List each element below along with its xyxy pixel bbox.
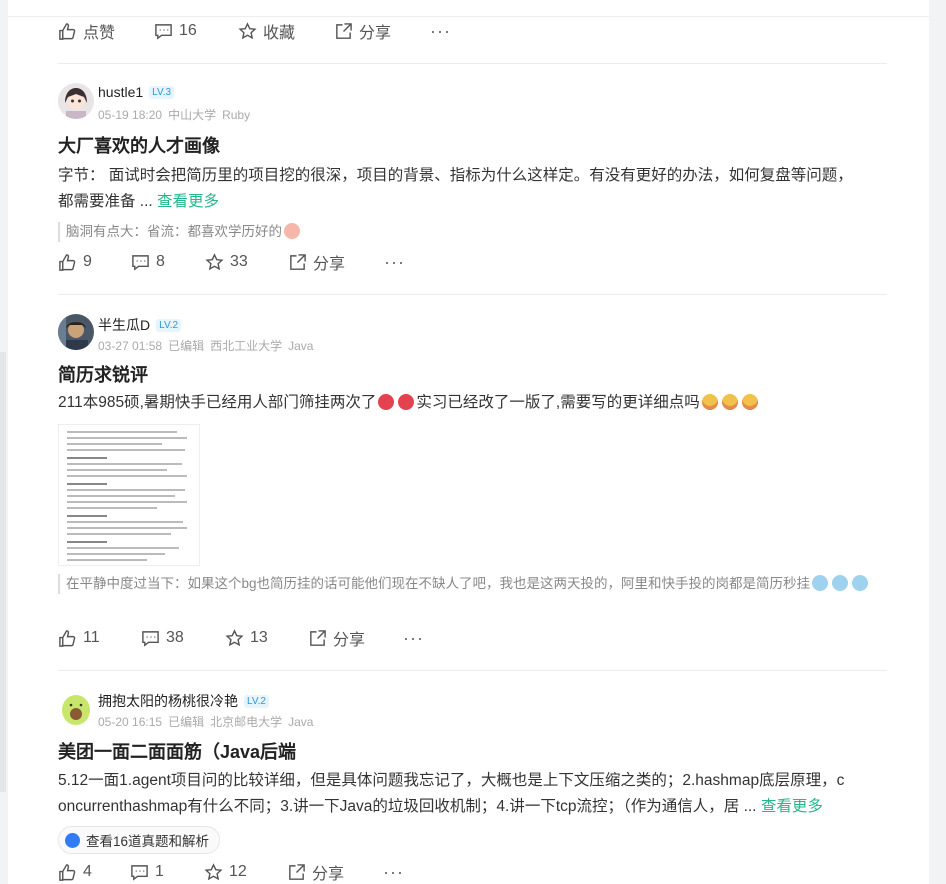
avatar[interactable] (58, 314, 94, 350)
see-more-link[interactable]: 查看更多 (157, 193, 219, 210)
comment-icon (132, 254, 149, 271)
divider (58, 63, 887, 64)
level-badge: LV.2 (156, 318, 182, 332)
like-button[interactable]: 点赞 (58, 19, 154, 43)
feed-panel: 点赞 16 收藏 分享 ··· hustle1 LV.3 05-19 18:20 中… (8, 0, 929, 884)
post-card[interactable]: 拥抱太阳的杨桃很冷艳 LV.2 05-20 16:15 已编辑 北京邮电大学 Java … (58, 690, 898, 854)
post-actions: 11 38 13 分享 ··· (58, 626, 424, 650)
thumbs-up-icon (59, 253, 76, 271)
angry-emoji-icon (398, 394, 415, 410)
star-icon (238, 21, 257, 39)
comment-button[interactable]: 38 (141, 629, 225, 648)
crying-emoji-icon (812, 575, 829, 591)
like-button[interactable]: 11 (58, 629, 141, 648)
crying-emoji-icon (832, 575, 849, 591)
post-meta: 03-27 01:58 已编辑 西北工业大学 Java (98, 339, 314, 353)
angry-emoji-icon (378, 394, 395, 410)
like-button[interactable]: 9 (58, 253, 131, 272)
divider (58, 294, 887, 295)
star-icon (225, 628, 244, 646)
comment-icon (131, 864, 148, 881)
more-icon[interactable]: ··· (383, 862, 404, 883)
collect-button[interactable]: 33 (205, 252, 288, 272)
comment-icon (142, 630, 159, 647)
post-card[interactable]: hustle1 LV.3 05-19 18:20 中山大学 Ruby 大厂喜欢的人才画… (58, 83, 898, 242)
comment-button[interactable]: 8 (131, 253, 205, 272)
like-button[interactable]: 4 (58, 863, 130, 882)
username[interactable]: hustle1 LV.3 (98, 84, 175, 100)
username[interactable]: 拥抱太阳的杨桃很冷艳 LV.2 (98, 691, 269, 711)
resume-image[interactable] (58, 424, 200, 566)
post-title[interactable]: 简历求锐评 (58, 361, 898, 387)
collect-button[interactable]: 13 (225, 628, 308, 648)
post-body[interactable]: 5.12一面1.agent项目问的比较详细，但是具体问题我忘记了，大概也是上下文… (58, 768, 898, 820)
shocked-emoji-icon (701, 394, 718, 410)
more-icon[interactable]: ··· (430, 21, 451, 42)
share-icon (289, 863, 305, 880)
level-badge: LV.3 (149, 85, 175, 99)
post-actions: 9 8 33 分享 ··· (58, 250, 405, 274)
comment-button[interactable]: 16 (154, 22, 238, 41)
post-body[interactable]: 211本985硕,暑期快手已经用人部门筛挂两次了 实习已经改了一版了,需要写的更详… (58, 390, 898, 416)
share-icon (336, 22, 352, 39)
post-meta: 05-20 16:15 已编辑 北京邮电大学 Java (98, 715, 314, 729)
post-body[interactable]: 字节： 面试时会把简历里的项目挖的很深，项目的背景、指标为什么这样定。有没有更好… (58, 163, 898, 215)
share-icon (310, 629, 326, 646)
post-title[interactable]: 美团一面二面面筋（Java后端 (58, 738, 898, 764)
thumbs-up-icon (59, 22, 76, 40)
thumbs-up-icon (59, 629, 76, 647)
star-icon (204, 862, 223, 880)
share-button[interactable]: 分享 (308, 626, 403, 650)
avatar[interactable] (58, 690, 94, 726)
post-title[interactable]: 大厂喜欢的人才画像 (58, 132, 898, 158)
left-gutter (0, 0, 8, 884)
share-icon (290, 253, 306, 270)
post-card[interactable]: 半生瓜D LV.2 03-27 01:58 已编辑 西北工业大学 Java 简历求锐评 … (58, 314, 898, 594)
post-actions: 4 1 12 分享 ··· (58, 860, 404, 884)
crying-emoji-icon (852, 575, 869, 591)
share-button[interactable]: 分享 (334, 19, 430, 43)
top-comment[interactable]: 在平静中度过当下：如果这个bg也简历挂的话可能他们现在不缺人了吧，我也是这两天投… (58, 574, 894, 594)
more-icon[interactable]: ··· (403, 628, 424, 649)
username[interactable]: 半生瓜D LV.2 (98, 315, 182, 335)
thumbs-up-icon (59, 863, 76, 881)
avatar[interactable] (58, 83, 94, 119)
comment-button[interactable]: 1 (130, 863, 204, 882)
shocked-emoji-icon (741, 394, 758, 410)
collect-button[interactable]: 收藏 (238, 19, 334, 43)
share-button[interactable]: 分享 (287, 860, 383, 884)
share-button[interactable]: 分享 (288, 250, 384, 274)
see-more-link[interactable]: 查看更多 (761, 798, 823, 815)
shocked-emoji-icon (721, 394, 738, 410)
quiz-icon (65, 832, 80, 848)
quiz-chip[interactable]: 查看16道真题和解析 (58, 826, 221, 854)
right-gutter (929, 0, 946, 884)
post-meta: 05-19 18:20 中山大学 Ruby (98, 108, 251, 122)
pig-emoji-icon (284, 223, 300, 239)
collect-button[interactable]: 12 (204, 862, 287, 882)
top-comment[interactable]: 脑洞有点大：省流：都喜欢学历好的 (58, 222, 898, 242)
top-edge (8, 0, 929, 17)
divider (58, 670, 887, 671)
comment-icon (155, 23, 172, 40)
star-icon (205, 252, 224, 270)
prev-post-actions: 点赞 16 收藏 分享 ··· (58, 19, 451, 43)
more-icon[interactable]: ··· (384, 252, 405, 273)
level-badge: LV.2 (244, 694, 269, 708)
